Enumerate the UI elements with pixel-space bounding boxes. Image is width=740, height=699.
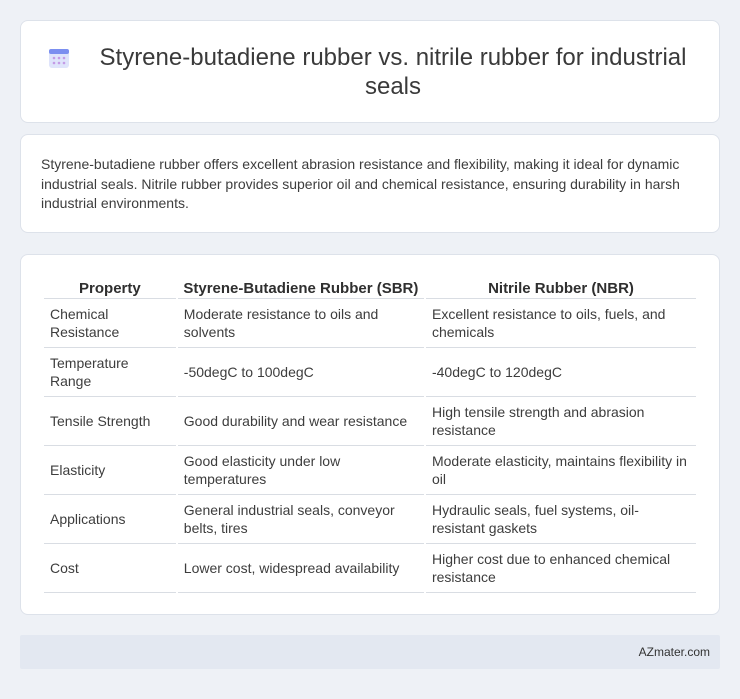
cell-nbr: Excellent resistance to oils, fuels, and… <box>425 299 696 348</box>
table-row: Applications General industrial seals, c… <box>44 495 696 544</box>
header-sbr: Styrene-Butadiene Rubber (SBR) <box>177 275 424 299</box>
summary-card: Styrene-butadiene rubber offers excellen… <box>20 134 720 233</box>
cell-property: Chemical Resistance <box>44 299 176 348</box>
cell-nbr: High tensile strength and abrasion resis… <box>425 397 696 446</box>
cell-sbr: General industrial seals, conveyor belts… <box>177 495 424 544</box>
cell-nbr: Moderate elasticity, maintains flexibili… <box>425 446 696 495</box>
cell-sbr: -50degC to 100degC <box>177 348 424 397</box>
cell-sbr: Good durability and wear resistance <box>177 397 424 446</box>
table-row: Cost Lower cost, widespread availability… <box>44 544 696 593</box>
cell-sbr: Lower cost, widespread availability <box>177 544 424 593</box>
page-title: Styrene-butadiene rubber vs. nitrile rub… <box>99 43 687 100</box>
title-wrap: Styrene-butadiene rubber vs. nitrile rub… <box>47 43 693 101</box>
table-row: Elasticity Good elasticity under low tem… <box>44 446 696 495</box>
cell-property: Elasticity <box>44 446 176 495</box>
table-row: Tensile Strength Good durability and wea… <box>44 397 696 446</box>
cell-property: Temperature Range <box>44 348 176 397</box>
comparison-table: Property Styrene-Butadiene Rubber (SBR) … <box>42 275 698 593</box>
header-property: Property <box>44 275 176 299</box>
header-nbr: Nitrile Rubber (NBR) <box>425 275 696 299</box>
table-row: Chemical Resistance Moderate resistance … <box>44 299 696 348</box>
cell-property: Cost <box>44 544 176 593</box>
comparison-table-card: Property Styrene-Butadiene Rubber (SBR) … <box>20 254 720 615</box>
table-header-row: Property Styrene-Butadiene Rubber (SBR) … <box>44 275 696 299</box>
calendar-icon <box>49 48 69 68</box>
cell-nbr: Hydraulic seals, fuel systems, oil-resis… <box>425 495 696 544</box>
cell-property: Tensile Strength <box>44 397 176 446</box>
cell-sbr: Moderate resistance to oils and solvents <box>177 299 424 348</box>
cell-property: Applications <box>44 495 176 544</box>
summary-text: Styrene-butadiene rubber offers excellen… <box>41 156 680 211</box>
table-row: Temperature Range -50degC to 100degC -40… <box>44 348 696 397</box>
cell-nbr: Higher cost due to enhanced chemical res… <box>425 544 696 593</box>
footer: AZmater.com <box>20 635 720 669</box>
footer-site-link[interactable]: AZmater.com <box>639 645 710 659</box>
cell-sbr: Good elasticity under low temperatures <box>177 446 424 495</box>
title-card: Styrene-butadiene rubber vs. nitrile rub… <box>20 20 720 123</box>
cell-nbr: -40degC to 120degC <box>425 348 696 397</box>
